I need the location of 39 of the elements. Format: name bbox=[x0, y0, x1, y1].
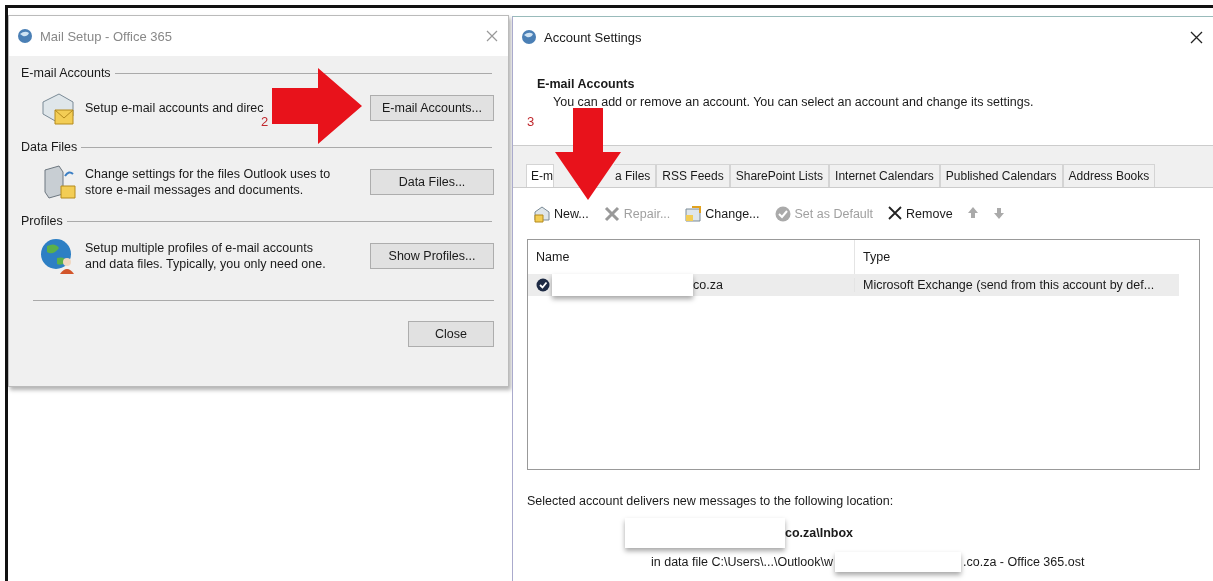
globe-person-icon bbox=[39, 236, 77, 276]
tab[interactable]: a Files bbox=[614, 164, 657, 187]
description-text: Setup e-mail accounts and direc bbox=[85, 100, 264, 116]
tab[interactable]: E-m bbox=[526, 164, 554, 187]
description-text: You can add or remove an account. You can select an account and change its settings. bbox=[553, 95, 1035, 109]
folder-path: co.za\Inbox bbox=[785, 526, 854, 540]
close-button[interactable]: Close bbox=[408, 321, 494, 347]
close-icon[interactable] bbox=[1190, 30, 1203, 44]
section-heading: Profiles bbox=[21, 214, 63, 228]
section-heading: E-mail Accounts bbox=[21, 66, 111, 80]
column-header[interactable]: Name bbox=[528, 250, 854, 264]
toolbar-button[interactable]: Change... bbox=[684, 205, 760, 223]
tab[interactable]: RSS Feeds bbox=[656, 164, 730, 187]
tab[interactable]: Published Calendars bbox=[939, 164, 1063, 187]
section-button[interactable]: Data Files... bbox=[370, 169, 494, 195]
toolbar-button[interactable]: Remove bbox=[887, 205, 953, 223]
section-heading: Data Files bbox=[21, 140, 78, 154]
section-button[interactable]: E-mail Accounts... bbox=[370, 95, 494, 121]
description-text: Change settings for the files Outlook uses to store e-mail messages and documents. bbox=[85, 166, 332, 198]
file-path: .co.za - Office 365.ost bbox=[963, 555, 1085, 569]
step-number: 3 bbox=[527, 114, 535, 129]
description-text: Selected account delivers new messages to the following location: bbox=[527, 494, 895, 508]
table-cell: co.za bbox=[693, 278, 723, 292]
list-row[interactable]: co.za Microsoft Exchange (send from this account by def... bbox=[528, 274, 1179, 296]
toolbar-button[interactable]: New... bbox=[533, 205, 589, 223]
table-cell: Microsoft Exchange (send from this account by def... bbox=[854, 278, 1155, 292]
app-icon bbox=[17, 28, 33, 44]
description-text: Setup multiple profiles of e-mail accounts and data files. Typically, you only need one. bbox=[85, 240, 327, 272]
check-circle-icon bbox=[773, 205, 792, 223]
window-title: Account Settings bbox=[544, 29, 643, 45]
window-title: Mail Setup - Office 365 bbox=[40, 28, 173, 44]
file-path: in data file C:\Users\...\Outlook\w bbox=[651, 555, 833, 569]
section-heading: E-mail Accounts bbox=[537, 77, 636, 91]
section-button[interactable]: Show Profiles... bbox=[370, 243, 494, 269]
app-icon bbox=[521, 29, 537, 45]
step-number: 2 bbox=[261, 114, 269, 129]
tab[interactable]: Internet Calendars bbox=[829, 164, 940, 187]
tab[interactable]: SharePoint Lists bbox=[729, 164, 830, 187]
tab[interactable]: Address Books bbox=[1062, 164, 1156, 187]
